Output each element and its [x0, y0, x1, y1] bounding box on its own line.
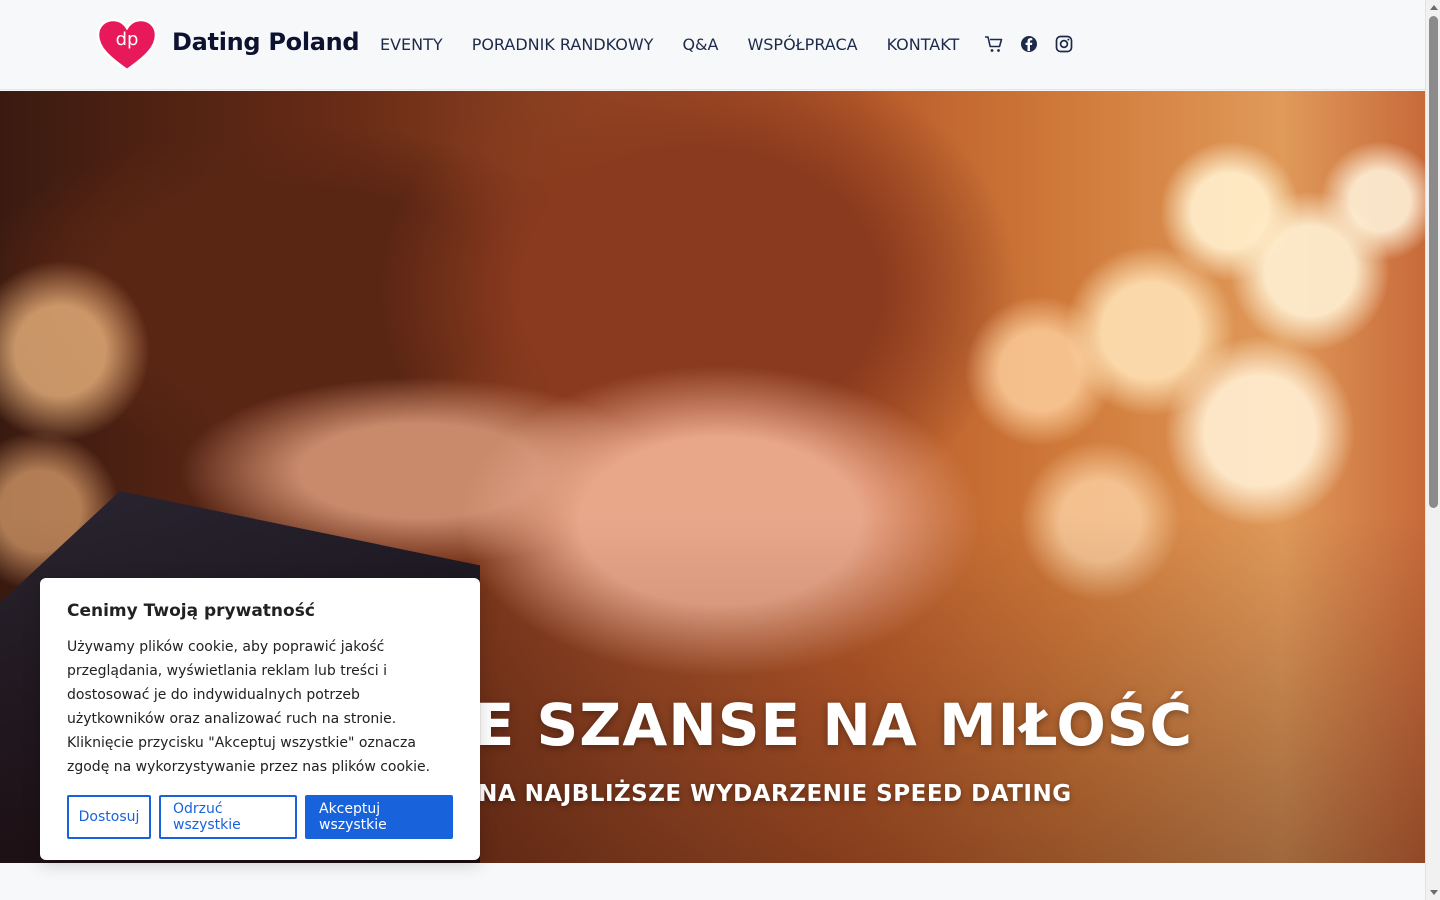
logo-text: dp: [116, 29, 139, 50]
cookie-buttons: Dostosuj Odrzuć wszystkie Akceptuj wszys…: [67, 795, 453, 839]
scroll-down-arrow-icon[interactable]: [1430, 890, 1438, 895]
site-header: dp Dating Poland EVENTY PORADNIK RANDKOW…: [0, 0, 1425, 90]
cart-icon[interactable]: [984, 34, 1004, 54]
main-nav: EVENTY PORADNIK RANDKOWY Q&A WSPÓŁPRACA …: [380, 34, 1089, 54]
page-scrollbar[interactable]: [1425, 0, 1440, 900]
customize-button[interactable]: Dostosuj: [67, 795, 151, 839]
reject-all-button[interactable]: Odrzuć wszystkie: [159, 795, 297, 839]
nav-item-poradnik[interactable]: PORADNIK RANDKOWY: [472, 35, 654, 54]
cookie-consent-banner: Cenimy Twoją prywatność Używamy plików c…: [40, 578, 480, 860]
accept-all-button[interactable]: Akceptuj wszystkie: [305, 795, 453, 839]
scroll-up-arrow-icon[interactable]: [1430, 5, 1438, 10]
facebook-icon[interactable]: [1019, 34, 1039, 54]
nav-item-kontakt[interactable]: KONTAKT: [887, 35, 960, 54]
nav-item-wspolpraca[interactable]: WSPÓŁPRACA: [747, 35, 857, 54]
brand-name[interactable]: Dating Poland: [172, 28, 360, 56]
instagram-icon[interactable]: [1054, 34, 1074, 54]
cookie-title: Cenimy Twoją prywatność: [67, 601, 315, 621]
scroll-thumb[interactable]: [1429, 16, 1438, 508]
nav-item-qa[interactable]: Q&A: [682, 35, 718, 54]
cookie-text: Używamy plików cookie, aby poprawić jako…: [67, 639, 431, 775]
nav-item-eventy[interactable]: EVENTY: [380, 35, 443, 54]
logo[interactable]: dp: [96, 18, 158, 72]
heart-logo-icon: dp: [96, 18, 158, 72]
